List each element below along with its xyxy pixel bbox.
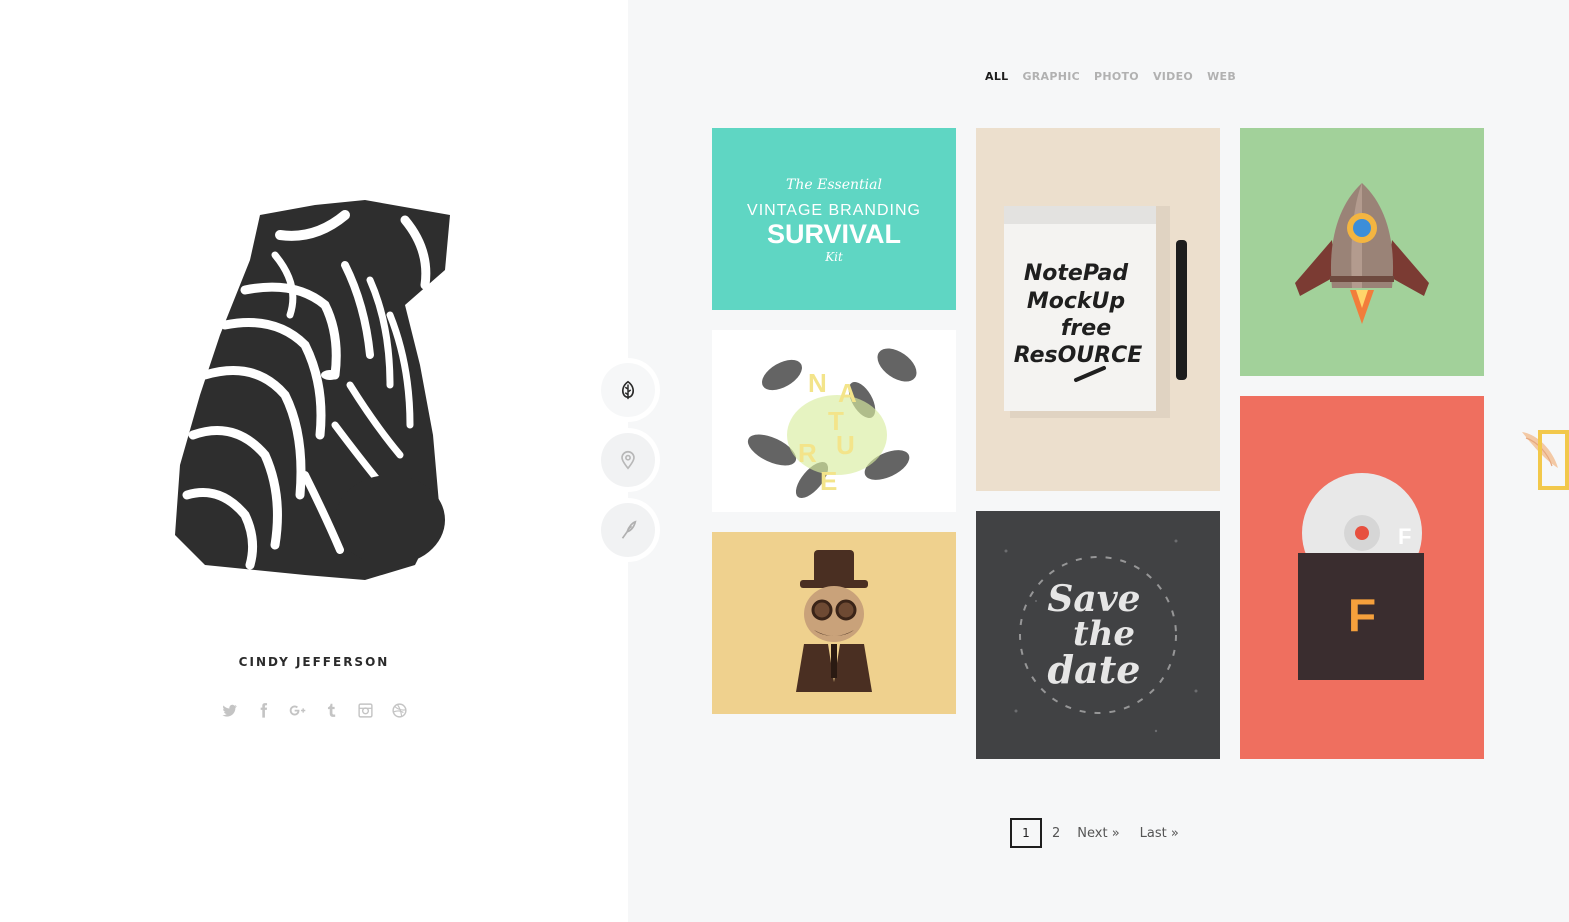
portfolio-item-save-the-date[interactable]: Save the date <box>976 511 1220 759</box>
filter-all[interactable]: ALL <box>985 70 1008 83</box>
svg-text:A: A <box>838 378 857 408</box>
page-2-link[interactable]: 2 <box>1052 826 1060 841</box>
instagram-icon[interactable] <box>355 700 375 720</box>
svg-text:The Essential: The Essential <box>786 177 882 193</box>
tumblr-icon[interactable] <box>321 700 341 720</box>
peek-widget[interactable] <box>1518 428 1569 490</box>
svg-text:F: F <box>1348 589 1376 641</box>
svg-text:MockUp: MockUp <box>1027 289 1125 314</box>
svg-text:N: N <box>808 368 827 398</box>
last-page-link[interactable]: Last » <box>1140 826 1179 841</box>
page-current[interactable]: 1 <box>1010 818 1042 848</box>
social-links <box>0 700 628 720</box>
twitter-icon[interactable] <box>219 700 239 720</box>
tab-contact[interactable] <box>596 428 660 492</box>
filter-web[interactable]: WEB <box>1207 70 1236 83</box>
svg-text:ResOURCE: ResOURCE <box>1014 343 1143 368</box>
facebook-icon[interactable] <box>253 700 273 720</box>
portfolio-item-notepad[interactable]: NotePad MockUp free ResOURCE <box>976 128 1220 491</box>
portfolio-item-rocket[interactable] <box>1240 128 1484 376</box>
profile-panel: CINDY JEFFERSON <box>0 0 628 922</box>
feather-icon <box>621 520 637 539</box>
portfolio-item-survival-kit[interactable]: The Essential VINTAGE BRANDING SURVIVAL … <box>712 128 956 310</box>
leaf-icon <box>622 380 634 400</box>
category-filters: ALL GRAPHIC PHOTO VIDEO WEB <box>985 70 1236 83</box>
pagination: 1 2 Next » Last » <box>1010 818 1179 848</box>
next-page-link[interactable]: Next » <box>1077 826 1119 841</box>
portfolio-item-f-record[interactable]: F F <box>1240 396 1484 759</box>
tab-portfolio[interactable] <box>596 358 660 422</box>
svg-text:E: E <box>820 466 837 496</box>
svg-text:NotePad: NotePad <box>1024 261 1129 286</box>
svg-text:SURVIVAL: SURVIVAL <box>767 219 901 249</box>
portfolio-item-nature[interactable]: N A T U R E <box>712 330 956 512</box>
filter-graphic[interactable]: GRAPHIC <box>1022 70 1080 83</box>
filter-photo[interactable]: PHOTO <box>1094 70 1139 83</box>
portfolio-item-steampunk[interactable] <box>712 532 956 714</box>
svg-text:Kit: Kit <box>824 250 843 264</box>
svg-text:date: date <box>1048 647 1141 692</box>
svg-text:R: R <box>798 438 817 468</box>
zebra-illustration <box>165 195 465 590</box>
dribbble-icon[interactable] <box>389 700 409 720</box>
svg-text:free: free <box>1061 316 1111 341</box>
tab-blog[interactable] <box>596 498 660 562</box>
svg-text:U: U <box>836 430 855 460</box>
map-pin-icon <box>621 450 635 470</box>
filter-video[interactable]: VIDEO <box>1153 70 1193 83</box>
svg-text:VINTAGE BRANDING: VINTAGE BRANDING <box>747 202 921 219</box>
profile-name: CINDY JEFFERSON <box>238 655 390 669</box>
svg-text:F: F <box>1398 524 1411 549</box>
google-plus-icon[interactable] <box>287 700 307 720</box>
